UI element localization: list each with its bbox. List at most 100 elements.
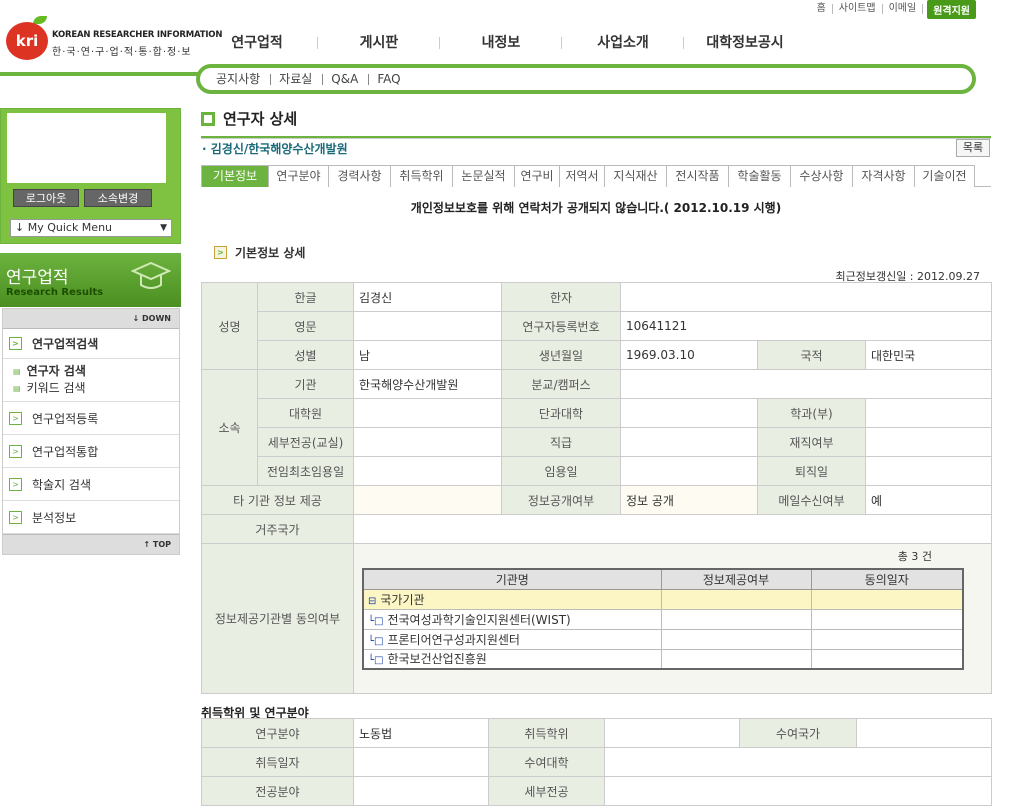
subnav-archive[interactable]: 자료실 [279,73,324,85]
inst-name: 프론티어연구성과지원센터 [387,632,520,647]
tree-row[interactable]: └□ 한국보건산업진흥원 [362,648,662,670]
value-retire [865,456,992,486]
value-college [620,398,758,428]
value-disclose: 정보 공개 [620,485,758,515]
tab-11[interactable]: 자격사항 [852,165,915,187]
tab-12[interactable]: 기술이전 [914,165,975,187]
tree-group-row[interactable]: ⊟ 국가기관 [362,588,662,610]
menu-label: 연구업적등록 [32,411,99,426]
label-other-inst: 타 기관 정보 제공 [201,485,354,515]
quick-menu-label: ↓ My Quick Menu [15,221,113,234]
section-title-en: Research Results [6,287,104,298]
tab-7[interactable]: 지식재산 [604,165,667,187]
label-reg-no: 연구자등록번호 [501,311,621,341]
label-hanja: 한자 [501,282,621,312]
quick-menu-select[interactable]: ↓ My Quick Menu ▼ [10,219,172,237]
logout-button[interactable]: 로그아웃 [13,189,79,207]
menu-analysis[interactable]: > 분석정보 [3,501,179,534]
menu-journal-search[interactable]: > 학술지 검색 [3,468,179,501]
tree-node-icon: └□ [368,615,384,627]
global-nav: 연구업적 게시판 내정보 사업소개 대학정보공시 [196,32,806,52]
label-employed: 재직여부 [757,427,866,457]
value-residence [353,514,992,544]
change-affiliation-button[interactable]: 소속변경 [84,189,152,207]
tree-node-icon: └□ [368,655,384,667]
value-grad-school [353,398,502,428]
tab-0[interactable]: 기본정보 [201,165,269,187]
submenu-keyword-search[interactable]: ▤ 키워드 검색 [13,380,179,397]
subnav-faq[interactable]: FAQ [377,73,410,85]
nav-about[interactable]: 사업소개 [562,32,684,52]
logo-mark: kri [6,22,48,60]
value-institution: 한국해양수산개발원 [353,369,502,399]
tab-3[interactable]: 취득학위 [390,165,453,187]
list-button[interactable]: 목록 [956,139,990,157]
subnav-qna[interactable]: Q&A [331,73,370,85]
inst-name: 전국여성과학기술인지원센터(WIST) [387,612,571,627]
site-logo[interactable]: kri KOREAN RESEARCHER INFORMATION 한·국·연·… [6,16,222,64]
label-disclose: 정보공개여부 [501,485,621,515]
remote-support-button[interactable]: 원격지원 [927,0,976,19]
nav-board[interactable]: 게시판 [318,32,440,52]
tree-row[interactable]: └□ 프론티어연구성과지원센터 [362,628,662,650]
nav-myinfo[interactable]: 내정보 [440,32,562,52]
menu-label: 연구업적검색 [32,337,99,351]
row-date [810,648,964,670]
scroll-down-button[interactable]: ↓ DOWN [3,309,179,329]
menu-research-integrate[interactable]: > 연구업적통합 [3,435,179,468]
researcher-name: · 김경신/한국해양수산개발원 [202,142,348,156]
home-link[interactable]: 홈 [811,4,833,14]
sitemap-link[interactable]: 사이트맵 [833,4,883,14]
value-degree [604,718,740,748]
group-label: 국가기관 [380,592,425,607]
arrow-right-icon: > [9,444,22,458]
sub-nav: 공지사항 자료실 Q&A FAQ [196,64,976,94]
label-residence: 거주국가 [201,514,354,544]
nav-university-disclosure[interactable]: 대학정보공시 [684,32,806,52]
value-major [353,427,502,457]
arrow-right-icon: > [9,510,22,524]
submenu-label: 키워드 검색 [26,381,86,395]
value-nation: 대한민국 [865,340,992,370]
list-bullet-icon: ▤ [13,384,21,393]
email-link[interactable]: 이메일 [883,4,924,14]
collapse-icon[interactable]: ⊟ [368,596,376,607]
tab-6[interactable]: 저역서 [559,165,605,187]
arrow-right-icon: > [9,411,22,425]
value-reg-no: 10641121 [620,311,992,341]
tab-1[interactable]: 연구분야 [268,165,329,187]
menu-research-search[interactable]: > 연구업적검색 [3,329,179,359]
inst-name: 한국보건산업진흥원 [387,652,487,667]
degree-table: 연구분야 노동법 취득학위 수여국가 취득일자 수여대학 전공분야 세부전공 [201,718,992,806]
tab-10[interactable]: 수상사항 [790,165,853,187]
page-title: 연구자 상세 [201,108,297,129]
value-research-field: 노동법 [353,718,489,748]
value-hanja [620,282,992,312]
scroll-top-button[interactable]: ↑ TOP [3,534,179,554]
tab-4[interactable]: 논문실적 [452,165,515,187]
label-research-field: 연구분야 [201,718,354,748]
subnav-notice[interactable]: 공지사항 [216,73,272,85]
submenu-group: ▤ 연구자 검색 ▤ 키워드 검색 [3,359,179,402]
row-date [810,608,964,630]
side-menu: ↓ DOWN > 연구업적검색 ▤ 연구자 검색 ▤ 키워드 검색 > 연구업적… [2,308,180,555]
menu-label: 학술지 검색 [32,477,92,492]
submenu-researcher-search[interactable]: ▤ 연구자 검색 [13,363,179,380]
arrow-right-icon: > [214,246,227,259]
tree-row[interactable]: └□ 전국여성과학기술인지원센터(WIST) [362,608,662,630]
title-divider-thin [201,138,991,139]
label-degree-date: 취득일자 [201,747,354,777]
tab-9[interactable]: 학술활동 [728,165,791,187]
label-consent: 정보제공기관별 동의여부 [201,543,354,694]
tab-8[interactable]: 전시작품 [666,165,729,187]
nav-research[interactable]: 연구업적 [196,32,318,52]
value-campus [620,369,992,399]
tab-5[interactable]: 연구비 [514,165,560,187]
group-affiliation: 소속 [201,369,258,486]
detail-tabs: 기본정보 연구분야 경력사항 취득학위 논문실적 연구비 저역서 지식재산 전시작품 학술활동 수상… [201,165,991,187]
value-english [353,311,502,341]
label-degree: 취득학위 [488,718,605,748]
tab-2[interactable]: 경력사항 [328,165,391,187]
privacy-notice: 개인정보보호를 위해 연락처가 공개되지 않습니다.( 2012.10.19 시… [410,201,782,215]
menu-research-register[interactable]: > 연구업적등록 [3,402,179,435]
